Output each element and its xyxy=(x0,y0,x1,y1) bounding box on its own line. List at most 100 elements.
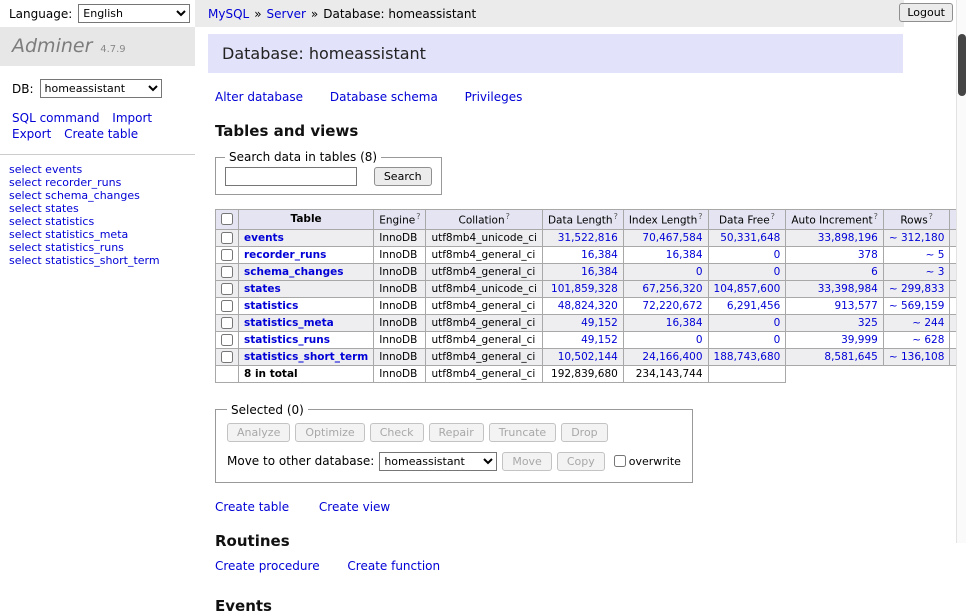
move-db-select[interactable]: homeassistant xyxy=(379,452,497,471)
select-all-checkbox[interactable] xyxy=(221,213,233,225)
row-checkbox[interactable] xyxy=(221,300,233,312)
sidebar-export-link[interactable]: Export xyxy=(12,127,51,141)
database-schema-link[interactable]: Database schema xyxy=(330,90,438,104)
alter-database-link[interactable]: Alter database xyxy=(215,90,303,104)
rows-count-link[interactable]: ~ 312,180 xyxy=(889,232,945,244)
create-view-link[interactable]: Create view xyxy=(319,500,390,514)
data-free-link[interactable]: 0 xyxy=(774,334,781,346)
auto-increment-link[interactable]: 8,581,645 xyxy=(824,351,877,363)
rows-count-link[interactable]: ~ 244 xyxy=(912,317,944,329)
row-checkbox[interactable] xyxy=(221,351,233,363)
data-length-link[interactable]: 101,859,328 xyxy=(551,283,618,295)
help-link[interactable]: ? xyxy=(771,212,775,221)
breadcrumb-mysql-link[interactable]: MySQL xyxy=(208,7,249,21)
table-row-recorder-runs: recorder_runs InnoDB utf8mb4_general_ci … xyxy=(216,246,966,263)
data-free-link[interactable]: 50,331,648 xyxy=(720,232,780,244)
drop-button[interactable]: Drop xyxy=(561,423,607,442)
table-name-link[interactable]: statistics_runs xyxy=(244,334,330,346)
row-checkbox[interactable] xyxy=(221,249,233,261)
index-length-link[interactable]: 67,256,320 xyxy=(642,283,702,295)
auto-increment-link[interactable]: 913,577 xyxy=(834,300,877,312)
rows-count-link[interactable]: ~ 569,159 xyxy=(889,300,945,312)
table-row-events: events InnoDB utf8mb4_unicode_ci 31,522,… xyxy=(216,229,966,246)
analyze-button[interactable]: Analyze xyxy=(227,423,290,442)
index-length-link[interactable]: 0 xyxy=(696,266,703,278)
check-button[interactable]: Check xyxy=(370,423,424,442)
rows-count-link[interactable]: ~ 628 xyxy=(912,334,944,346)
help-link[interactable]: ? xyxy=(698,212,702,221)
index-length-link[interactable]: 0 xyxy=(696,334,703,346)
logout-button[interactable]: Logout xyxy=(899,3,953,22)
search-input[interactable] xyxy=(225,167,357,186)
help-link[interactable]: ? xyxy=(506,212,510,221)
sidebar-import-link[interactable]: Import xyxy=(112,111,152,125)
collation-cell: utf8mb4_general_ci xyxy=(426,263,542,280)
data-length-link[interactable]: 10,502,144 xyxy=(558,351,618,363)
privileges-link[interactable]: Privileges xyxy=(465,90,523,104)
data-length-link[interactable]: 49,152 xyxy=(581,317,618,329)
auto-increment-link[interactable]: 325 xyxy=(858,317,878,329)
data-free-link[interactable]: 0 xyxy=(774,249,781,261)
auto-increment-link[interactable]: 33,398,984 xyxy=(818,283,878,295)
table-name-link[interactable]: statistics_short_term xyxy=(244,351,368,363)
create-table-link[interactable]: Create table xyxy=(215,500,289,514)
row-checkbox[interactable] xyxy=(221,317,233,329)
help-link[interactable]: ? xyxy=(614,212,618,221)
row-checkbox[interactable] xyxy=(221,266,233,278)
rows-count-link[interactable]: ~ 299,833 xyxy=(889,283,945,295)
breadcrumb: MySQL » Server » Database: homeassistant xyxy=(195,0,904,27)
auto-increment-link[interactable]: 33,898,196 xyxy=(818,232,878,244)
data-free-link[interactable]: 104,857,600 xyxy=(714,283,781,295)
data-length-link[interactable]: 16,384 xyxy=(581,266,618,278)
data-free-link[interactable]: 6,291,456 xyxy=(727,300,780,312)
help-link[interactable]: ? xyxy=(929,212,933,221)
table-name-link[interactable]: states xyxy=(244,283,281,295)
vertical-scrollbar-thumb[interactable] xyxy=(958,34,966,96)
index-length-link[interactable]: 70,467,584 xyxy=(642,232,702,244)
data-free-link[interactable]: 188,743,680 xyxy=(714,351,781,363)
data-free-link[interactable]: 0 xyxy=(774,266,781,278)
data-length-link[interactable]: 31,522,816 xyxy=(558,232,618,244)
help-link[interactable]: ? xyxy=(416,212,420,221)
auto-increment-link[interactable]: 6 xyxy=(871,266,878,278)
db-select[interactable]: homeassistant xyxy=(40,79,162,98)
row-checkbox[interactable] xyxy=(221,232,233,244)
create-function-link[interactable]: Create function xyxy=(347,559,440,573)
table-name-link[interactable]: statistics xyxy=(244,300,298,312)
table-name-link[interactable]: recorder_runs xyxy=(244,249,326,261)
row-checkbox[interactable] xyxy=(221,334,233,346)
data-length-link[interactable]: 16,384 xyxy=(581,249,618,261)
repair-button[interactable]: Repair xyxy=(429,423,484,442)
index-length-link[interactable]: 72,220,672 xyxy=(642,300,702,312)
overwrite-checkbox[interactable] xyxy=(614,455,626,467)
index-length-link[interactable]: 16,384 xyxy=(666,249,703,261)
table-row-statistics-meta: statistics_meta InnoDB utf8mb4_general_c… xyxy=(216,314,966,331)
sidebar-sql-command-link[interactable]: SQL command xyxy=(12,111,99,125)
breadcrumb-server-link[interactable]: Server xyxy=(267,7,306,21)
sidebar-create-table-link[interactable]: Create table xyxy=(64,127,138,141)
create-procedure-link[interactable]: Create procedure xyxy=(215,559,320,573)
row-checkbox[interactable] xyxy=(221,283,233,295)
auto-increment-link[interactable]: 378 xyxy=(858,249,878,261)
language-select[interactable]: English xyxy=(78,4,190,23)
table-name-link[interactable]: events xyxy=(244,232,284,244)
index-length-link[interactable]: 24,166,400 xyxy=(642,351,702,363)
move-button[interactable]: Move xyxy=(502,452,552,471)
truncate-button[interactable]: Truncate xyxy=(489,423,556,442)
data-length-link[interactable]: 49,152 xyxy=(581,334,618,346)
table-name-link[interactable]: schema_changes xyxy=(244,266,344,278)
data-free-link[interactable]: 0 xyxy=(774,317,781,329)
rows-count-link[interactable]: ~ 3 xyxy=(926,266,945,278)
row-checkbox-cell xyxy=(216,331,239,348)
optimize-button[interactable]: Optimize xyxy=(295,423,364,442)
sidebar-item-select-statistics-short-term[interactable]: select statistics_short_term xyxy=(9,255,187,268)
rows-count-link[interactable]: ~ 136,108 xyxy=(889,351,945,363)
rows-count-link[interactable]: ~ 5 xyxy=(926,249,945,261)
index-length-link[interactable]: 16,384 xyxy=(666,317,703,329)
table-name-link[interactable]: statistics_meta xyxy=(244,317,334,329)
data-length-link[interactable]: 48,824,320 xyxy=(558,300,618,312)
help-link[interactable]: ? xyxy=(874,212,878,221)
auto-increment-link[interactable]: 39,999 xyxy=(841,334,878,346)
search-button[interactable]: Search xyxy=(374,167,432,186)
copy-button[interactable]: Copy xyxy=(557,452,605,471)
